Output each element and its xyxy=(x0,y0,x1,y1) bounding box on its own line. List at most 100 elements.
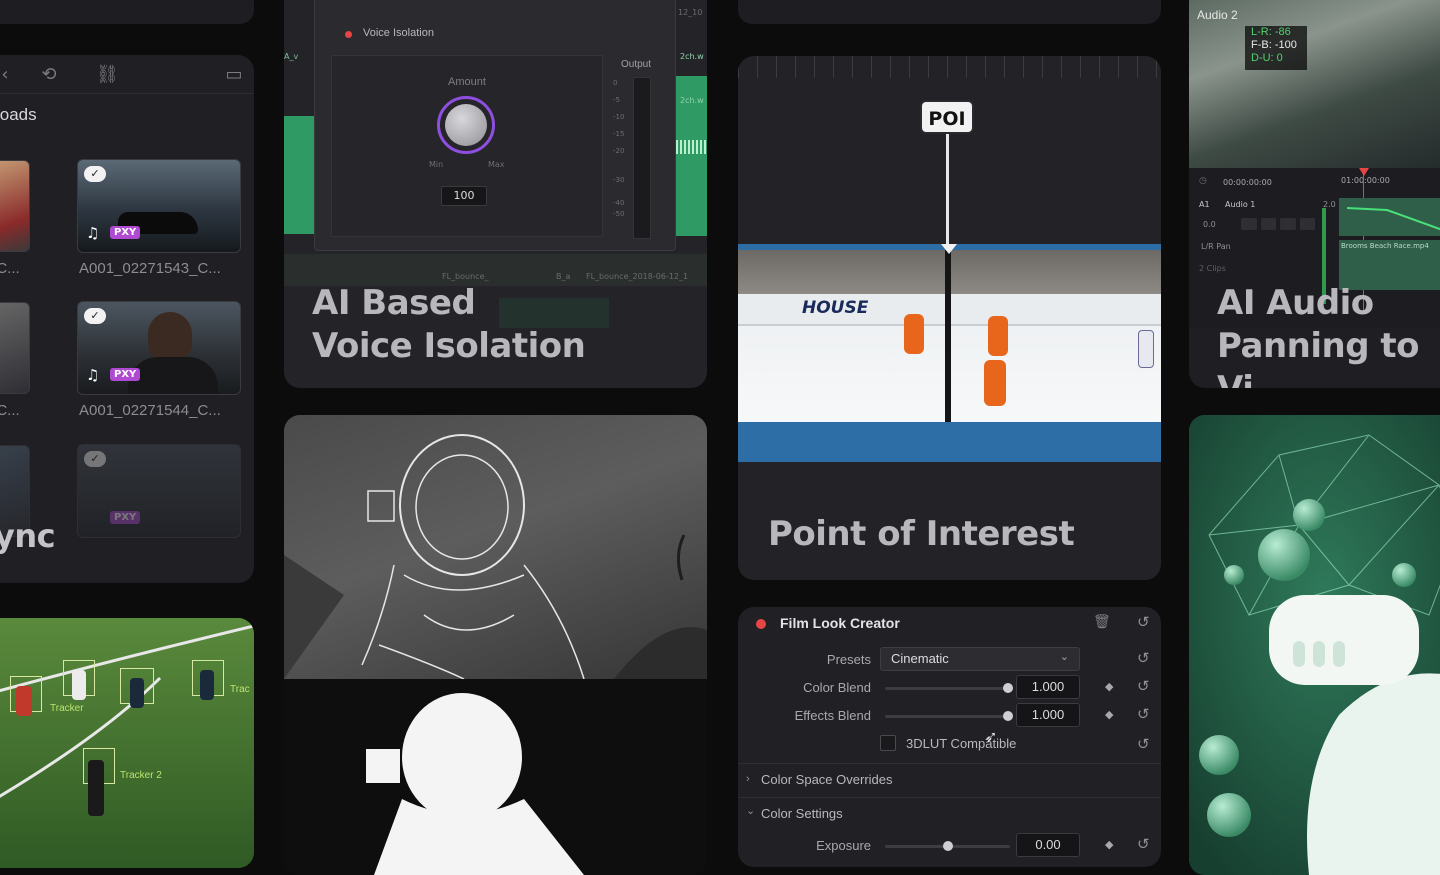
rink-ad: HOUSE xyxy=(802,298,869,318)
color-blend-value[interactable]: 1.000 xyxy=(1016,675,1080,699)
voice-isolation-panel: Voice Isolation Amount Min Max 100 Outpu… xyxy=(314,0,676,251)
film-look-creator-card: Film Look Creator 🗑 ↺ Presets Cinematic … xyxy=(738,607,1161,867)
readout-fb: F-B: -100 xyxy=(1251,39,1297,51)
meter-tick: -20 xyxy=(613,147,625,155)
point-of-interest-card: POI HOUSE Point of Interest xyxy=(738,56,1161,580)
cloud-check-icon: ✓ xyxy=(84,166,106,182)
output-label: Output xyxy=(621,59,652,70)
amount-knob[interactable] xyxy=(445,104,487,146)
relink-icon[interactable]: ⟲ xyxy=(38,64,60,86)
player xyxy=(1138,330,1154,368)
media-toolbar: ‹ ⟲ ⛓ ▭ xyxy=(0,55,254,94)
back-icon[interactable]: ‹ xyxy=(0,64,16,86)
immersive-vr-card xyxy=(1189,415,1440,875)
poi-marker[interactable]: POI xyxy=(920,100,974,134)
effect-enabled-dot[interactable] xyxy=(756,619,766,629)
solo-button[interactable] xyxy=(1280,218,1296,230)
chevron-down-icon: ⌄ xyxy=(746,805,756,817)
meter-tick: 0 xyxy=(613,79,618,87)
clip-thumbnail[interactable]: ✓ ♫ PXY xyxy=(77,301,241,395)
presets-value: Cinematic xyxy=(891,651,949,666)
color-space-overrides-section[interactable]: › Color Space Overrides xyxy=(738,769,1161,795)
clip-name: _C... xyxy=(0,402,20,419)
clip-thumbnail[interactable] xyxy=(0,160,30,252)
keyframe-icon[interactable]: ◆ xyxy=(1105,708,1113,721)
exposure-row: Exposure 0.00 ◆ ↺ xyxy=(738,833,1161,859)
headline-line: AI Audio xyxy=(1217,283,1374,323)
tracker-label: Tracker 2 xyxy=(120,770,162,781)
audio-note-icon: ♫ xyxy=(86,224,100,242)
reset-icon[interactable]: ↺ xyxy=(1137,649,1150,667)
amount-value[interactable]: 100 xyxy=(441,186,487,206)
headline-line: Panning to Vi xyxy=(1217,326,1420,388)
hockey-frame: HOUSE xyxy=(738,250,1161,422)
reset-icon[interactable]: ↺ xyxy=(1137,705,1150,723)
cloud-check-icon: ✓ xyxy=(84,308,106,324)
meter-tick: -30 xyxy=(613,176,625,184)
audio-panning-card: Audio 2 L-R: -86 F-B: -100 D-U: 0 ◷ 00:0… xyxy=(1189,0,1440,388)
magic-mask-card xyxy=(284,415,707,875)
astronaut-outline xyxy=(284,434,707,679)
divider xyxy=(738,763,1161,764)
reset-icon[interactable]: ↺ xyxy=(1137,613,1150,631)
meter-scale: 0 -5 -10 -15 -20 -30 -40 -50 xyxy=(613,75,624,223)
clip-name: _C... xyxy=(0,260,20,277)
amount-label: Amount xyxy=(448,76,486,88)
presets-label: Presets xyxy=(826,652,871,667)
player xyxy=(904,314,924,354)
proxy-badge: PXY xyxy=(110,511,141,524)
exposure-slider[interactable] xyxy=(885,841,1010,851)
mask-silhouette xyxy=(366,693,584,875)
exposure-value[interactable]: 0.00 xyxy=(1016,833,1080,857)
presets-dropdown[interactable]: Cinematic ⌄ xyxy=(880,647,1080,671)
player xyxy=(984,360,1006,406)
record-arm-button[interactable] xyxy=(1260,218,1276,230)
lut-checkbox[interactable] xyxy=(880,735,896,751)
readout-du: D-U: 0 xyxy=(1251,52,1283,64)
reset-icon[interactable]: ↺ xyxy=(1137,677,1150,695)
waveform xyxy=(676,140,707,154)
playhead-tip-icon xyxy=(941,244,957,254)
gain-value[interactable]: 0.0 xyxy=(1203,220,1216,229)
amount-knob-ring[interactable] xyxy=(437,96,495,154)
mask-preview xyxy=(284,679,707,875)
ruler-timecode: 01:00:00:00 xyxy=(1341,176,1390,185)
audio-note-icon: ♫ xyxy=(86,366,100,384)
lock-icon[interactable] xyxy=(1241,218,1257,230)
pan-label: L/R Pan xyxy=(1201,242,1231,251)
proxy-uploads-card: ‹ ⟲ ⛓ ▭ loads _C... _C... ✓ ♫ PXY A001_0… xyxy=(0,55,254,583)
mute-button[interactable] xyxy=(1299,218,1315,230)
panel-title: loads xyxy=(0,105,37,124)
keyframe-icon[interactable]: ◆ xyxy=(1105,838,1113,851)
clip-thumbnail[interactable]: ✓ ♫ PXY xyxy=(77,159,241,253)
link-icon[interactable]: ⛓ xyxy=(96,64,119,86)
trash-icon[interactable]: 🗑 xyxy=(1093,614,1111,630)
slider-knob[interactable] xyxy=(1003,683,1013,693)
clip-thumbnail[interactable]: ✓ PXY xyxy=(77,444,241,538)
track-label: 2ch.w xyxy=(680,52,704,61)
min-label: Min xyxy=(429,160,444,169)
playhead-icon[interactable] xyxy=(1359,168,1369,176)
pan-readout: L-R: -86 F-B: -100 D-U: 0 xyxy=(1245,26,1307,70)
reset-icon[interactable]: ↺ xyxy=(1137,735,1150,753)
audio-clip[interactable] xyxy=(1339,198,1440,236)
clip-count: 2 Clips xyxy=(1199,264,1226,273)
section-label: Color Settings xyxy=(761,806,843,821)
view-toggle-icon[interactable]: ▭ xyxy=(220,64,248,86)
effects-blend-value[interactable]: 1.000 xyxy=(1016,703,1080,727)
player xyxy=(72,670,86,700)
color-settings-section[interactable]: ⌄ Color Settings xyxy=(738,803,1161,829)
clip-label: FL_bounce_ xyxy=(442,272,489,281)
amount-section: Amount Min Max 100 xyxy=(331,55,603,237)
headline-line: AI Based xyxy=(312,283,476,323)
keyframe-icon[interactable]: ◆ xyxy=(1105,680,1113,693)
video-viewer: Audio 2 L-R: -86 F-B: -100 D-U: 0 xyxy=(1189,0,1440,168)
color-blend-label: Color Blend xyxy=(803,680,871,695)
effects-blend-slider[interactable] xyxy=(885,711,1013,721)
record-dot[interactable] xyxy=(345,31,352,38)
reset-icon[interactable]: ↺ xyxy=(1137,835,1150,853)
slider-knob[interactable] xyxy=(1003,711,1013,721)
clip-thumbnail[interactable] xyxy=(0,302,30,394)
astronaut-frame xyxy=(284,415,707,679)
color-blend-slider[interactable] xyxy=(885,683,1013,693)
